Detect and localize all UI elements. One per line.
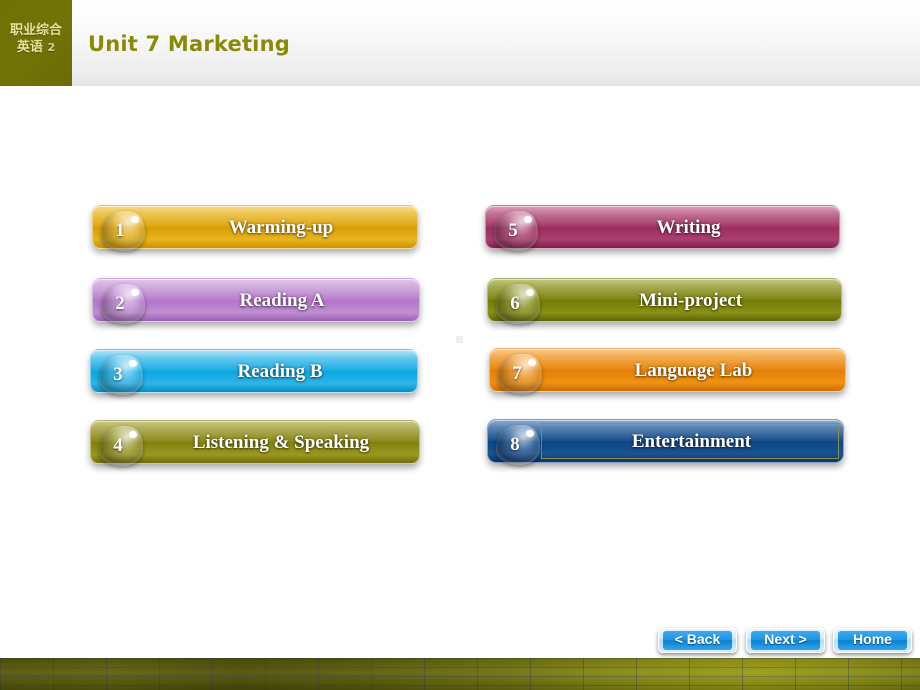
droplet-icon: 7 [492, 350, 550, 398]
droplet-blob [496, 284, 540, 324]
menu-item-number: 2 [115, 293, 125, 314]
droplet-blob [101, 284, 145, 324]
menu-item-label: Writing [656, 217, 721, 238]
menu-item-number: 7 [512, 363, 522, 384]
menu-item-number: 1 [115, 220, 125, 241]
droplet-icon: 8 [490, 421, 548, 469]
menu-item-label: Language Lab [634, 360, 753, 381]
placeholder-marker [456, 336, 463, 343]
menu-item-number: 8 [510, 434, 520, 455]
droplet-blob [498, 354, 542, 394]
back-button[interactable]: < Back [658, 628, 737, 653]
droplet-highlight [528, 359, 536, 366]
droplet-icon: 3 [93, 351, 151, 399]
menu-button-reading-a[interactable]: 2 Reading A [92, 278, 420, 324]
menu-item-label: Reading A [239, 290, 325, 311]
menu-item-number: 3 [113, 364, 123, 385]
droplet-blob [496, 425, 540, 465]
droplet-icon: 2 [95, 280, 153, 328]
droplet-icon: 4 [93, 422, 151, 470]
menu-item-label: Reading B [237, 361, 323, 382]
menu-button-warming-up[interactable]: 1 Warming-up [92, 205, 418, 251]
menu-button-mini-project[interactable]: 6 Mini-project [487, 278, 842, 324]
droplet-icon: 5 [488, 207, 546, 255]
back-button-label: < Back [674, 631, 721, 647]
menu-button-language-lab[interactable]: 7 Language Lab [489, 348, 846, 394]
droplet-blob [99, 426, 143, 466]
droplet-highlight [131, 289, 139, 296]
menu-button-listening-speaking[interactable]: 4 Listening & Speaking [90, 420, 420, 466]
unit-menu: 1 Warming-up 2 Reading A 3 Reading B 4 L… [0, 0, 920, 690]
droplet-highlight [129, 431, 137, 438]
droplet-highlight [526, 430, 534, 437]
menu-item-label: Entertainment [631, 431, 752, 452]
menu-item-label: Listening & Speaking [192, 432, 370, 453]
next-button-label: Next > [764, 631, 807, 647]
menu-item-number: 6 [510, 293, 520, 314]
menu-button-writing[interactable]: 5 Writing [485, 205, 840, 251]
menu-item-label: Mini-project [638, 290, 743, 311]
menu-button-entertainment[interactable]: 8 Entertainment [487, 419, 844, 465]
droplet-highlight [524, 216, 532, 223]
droplet-highlight [526, 289, 534, 296]
menu-button-reading-b[interactable]: 3 Reading B [90, 349, 418, 395]
droplet-highlight [129, 360, 137, 367]
menu-item-label: Warming-up [228, 217, 334, 238]
home-button-label: Home [853, 631, 892, 647]
droplet-blob [494, 211, 538, 251]
droplet-icon: 1 [95, 207, 153, 255]
droplet-blob [99, 355, 143, 395]
footer-bar [0, 658, 920, 690]
droplet-highlight [131, 216, 139, 223]
menu-item-number: 5 [508, 220, 518, 241]
home-button[interactable]: Home [833, 628, 912, 653]
droplet-blob [101, 211, 145, 251]
droplet-icon: 6 [490, 280, 548, 328]
menu-item-number: 4 [113, 435, 123, 456]
next-button[interactable]: Next > [746, 628, 825, 653]
